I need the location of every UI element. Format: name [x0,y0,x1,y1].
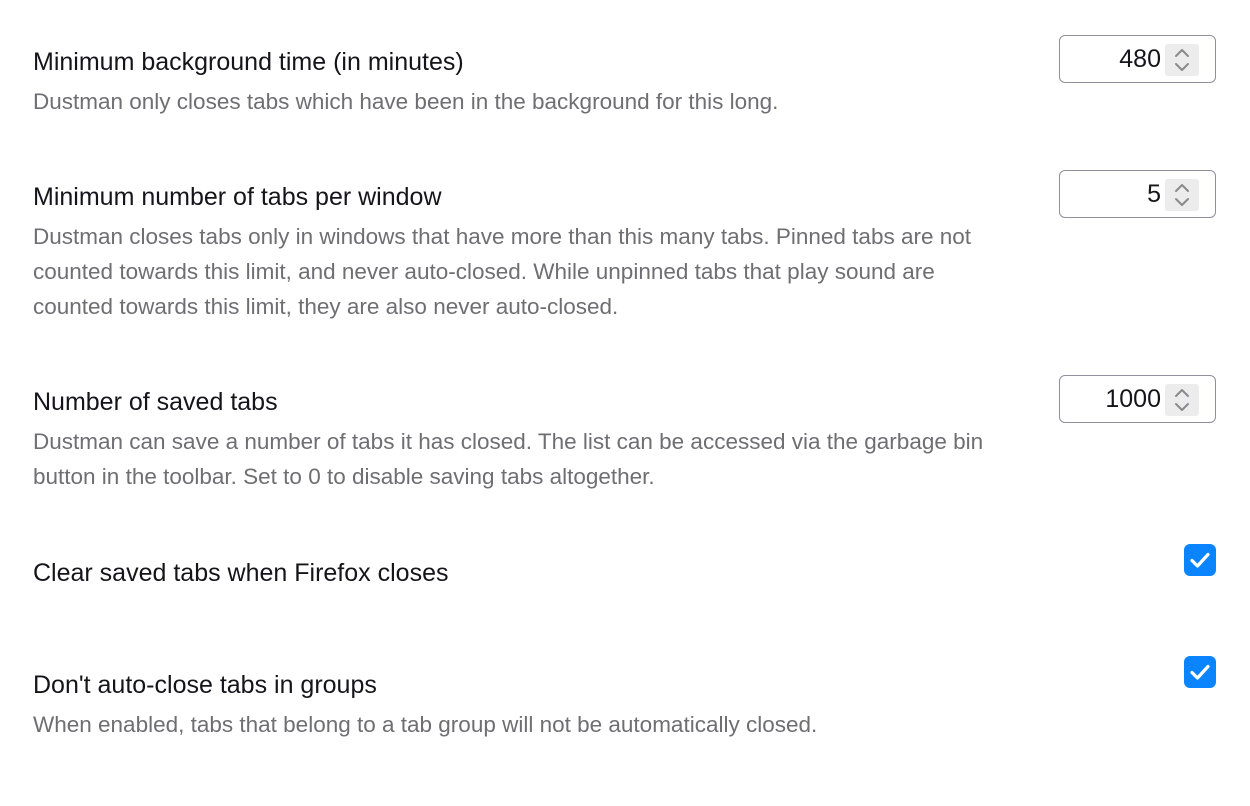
setting-title: Number of saved tabs [33,388,278,416]
spin-value: 1000 [1105,385,1161,413]
setting-saved-tabs: Number of saved tabs Dustman can save a … [33,375,1216,494]
min-tabs-input[interactable]: 5 [1059,170,1216,218]
up-down-chevron-icon[interactable] [1165,44,1199,76]
up-down-chevron-icon[interactable] [1165,384,1199,416]
setting-clear-on-close: Clear saved tabs when Firefox closes [33,544,1216,589]
spin-value: 480 [1119,45,1161,73]
background-time-input[interactable]: 480 [1059,35,1216,83]
saved-tabs-input[interactable]: 1000 [1059,375,1216,423]
setting-min-tabs: Minimum number of tabs per window Dustma… [33,170,1216,324]
spin-value: 5 [1147,180,1161,208]
setting-description: When enabled, tabs that belong to a tab … [33,712,818,737]
setting-title: Minimum number of tabs per window [33,183,442,211]
setting-title: Minimum background time (in minutes) [33,48,464,76]
setting-description: Dustman closes tabs only in windows that… [33,224,972,319]
setting-description: Dustman only closes tabs which have been… [33,89,779,114]
setting-description: Dustman can save a number of tabs it has… [33,429,984,489]
checkmark-icon [1190,664,1210,680]
setting-title: Clear saved tabs when Firefox closes [33,559,449,587]
groups-checkbox[interactable] [1184,656,1216,688]
clear-on-close-checkbox[interactable] [1184,544,1216,576]
setting-title: Don't auto-close tabs in groups [33,671,377,699]
setting-groups: Don't auto-close tabs in groups When ena… [33,656,1216,742]
up-down-chevron-icon[interactable] [1165,179,1199,211]
setting-background-time: Minimum background time (in minutes) Dus… [33,35,1216,119]
checkmark-icon [1190,552,1210,568]
